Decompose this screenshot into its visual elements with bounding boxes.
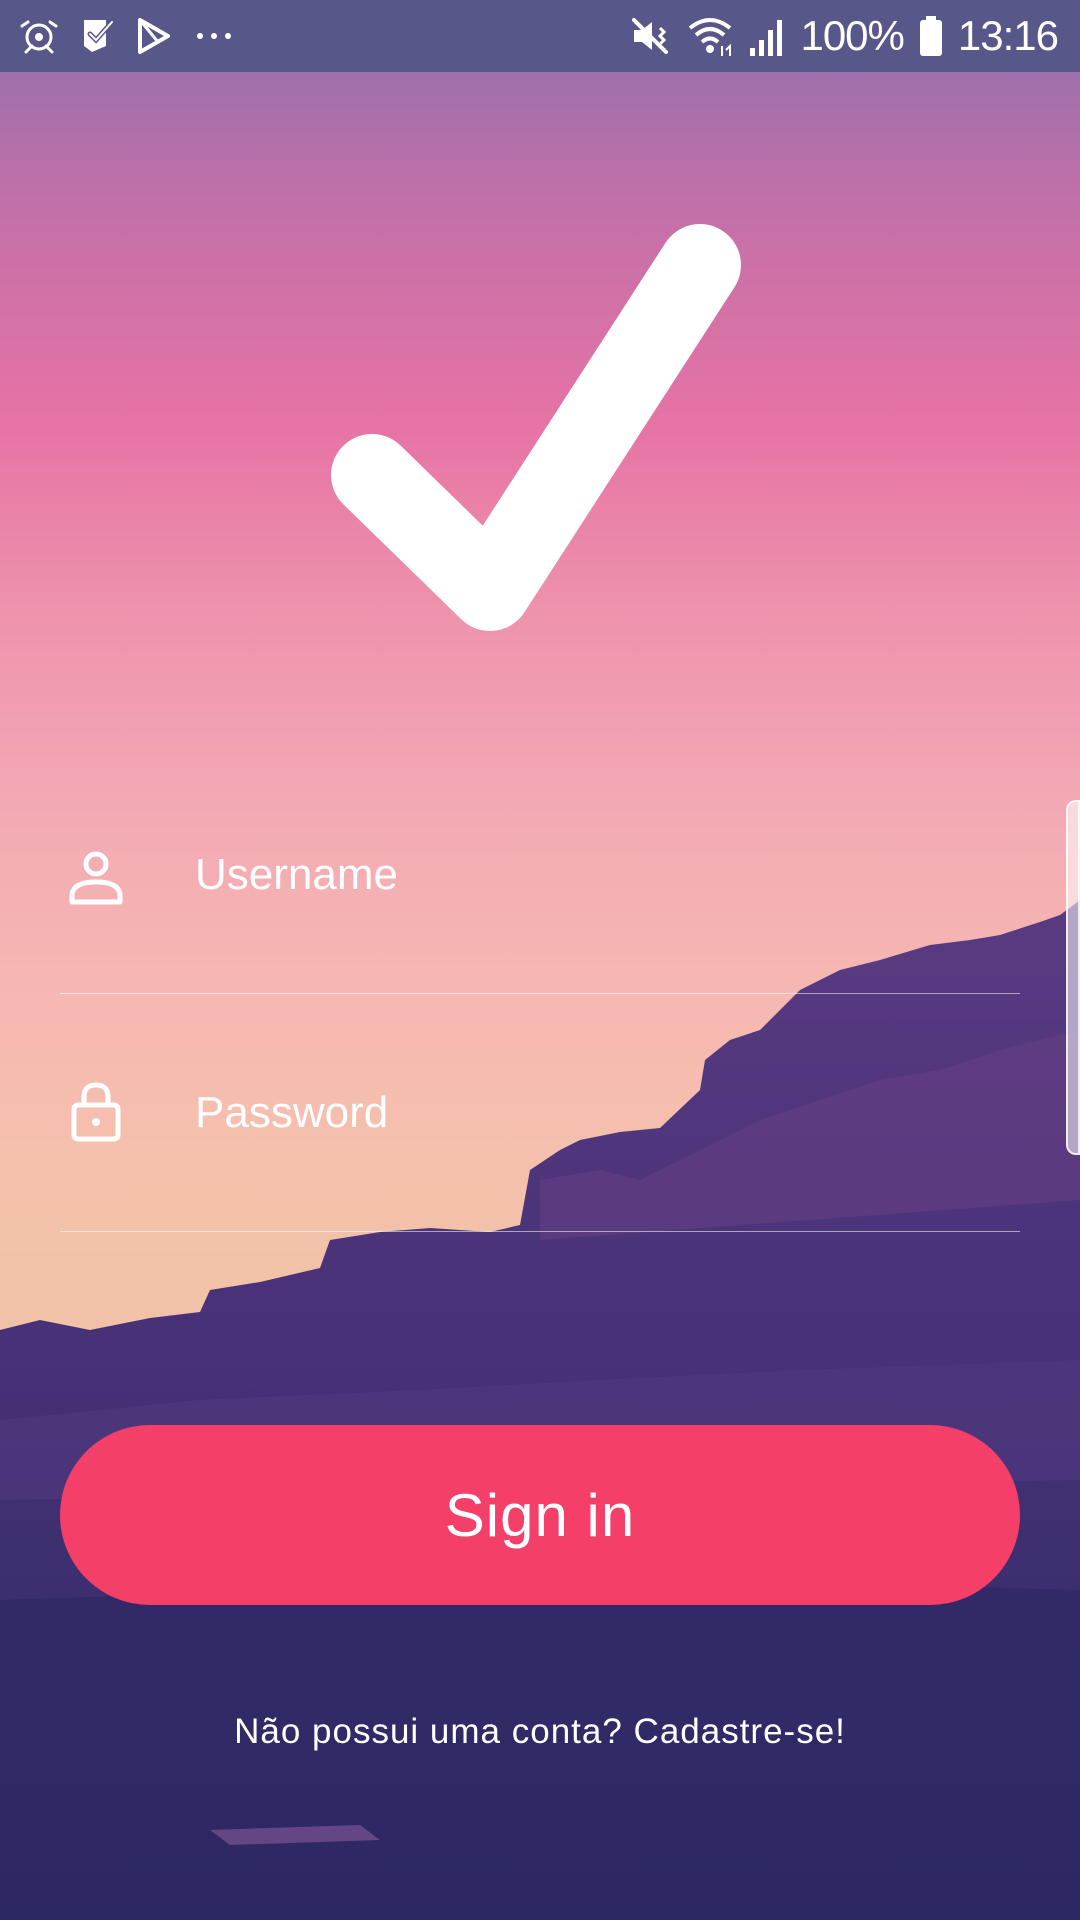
lock-icon (71, 1082, 121, 1142)
wifi-icon (689, 18, 732, 56)
status-left-icons (18, 16, 236, 56)
status-right-group: 100% 13:16 (628, 10, 1059, 62)
login-screen: 100% 13:16 Sign in Não possui uma co (0, 0, 1080, 1920)
clock: 13:16 (957, 12, 1059, 59)
edge-panel-handle[interactable] (1066, 800, 1080, 1155)
password-field[interactable] (60, 1058, 1020, 1168)
play-store-icon (138, 18, 170, 54)
sign-in-button[interactable]: Sign in (60, 1425, 1020, 1605)
signup-link[interactable]: Não possui uma conta? Cadastre-se! (0, 1712, 1080, 1752)
password-divider (60, 1231, 1020, 1232)
user-icon (69, 851, 123, 905)
checkmark-icon (331, 224, 741, 631)
check-task-icon (84, 19, 115, 52)
password-input[interactable] (195, 1076, 995, 1150)
notification-icon (20, 20, 58, 54)
more-dots-icon (197, 33, 231, 39)
battery-percent: 100% (800, 12, 904, 59)
battery-icon (919, 16, 942, 56)
username-field[interactable] (60, 820, 1020, 930)
mute-vibrate-icon (632, 18, 669, 54)
cell-signal-icon (750, 20, 783, 56)
username-divider (60, 993, 1020, 994)
username-input[interactable] (195, 838, 995, 912)
status-bar: 100% 13:16 (0, 0, 1080, 72)
